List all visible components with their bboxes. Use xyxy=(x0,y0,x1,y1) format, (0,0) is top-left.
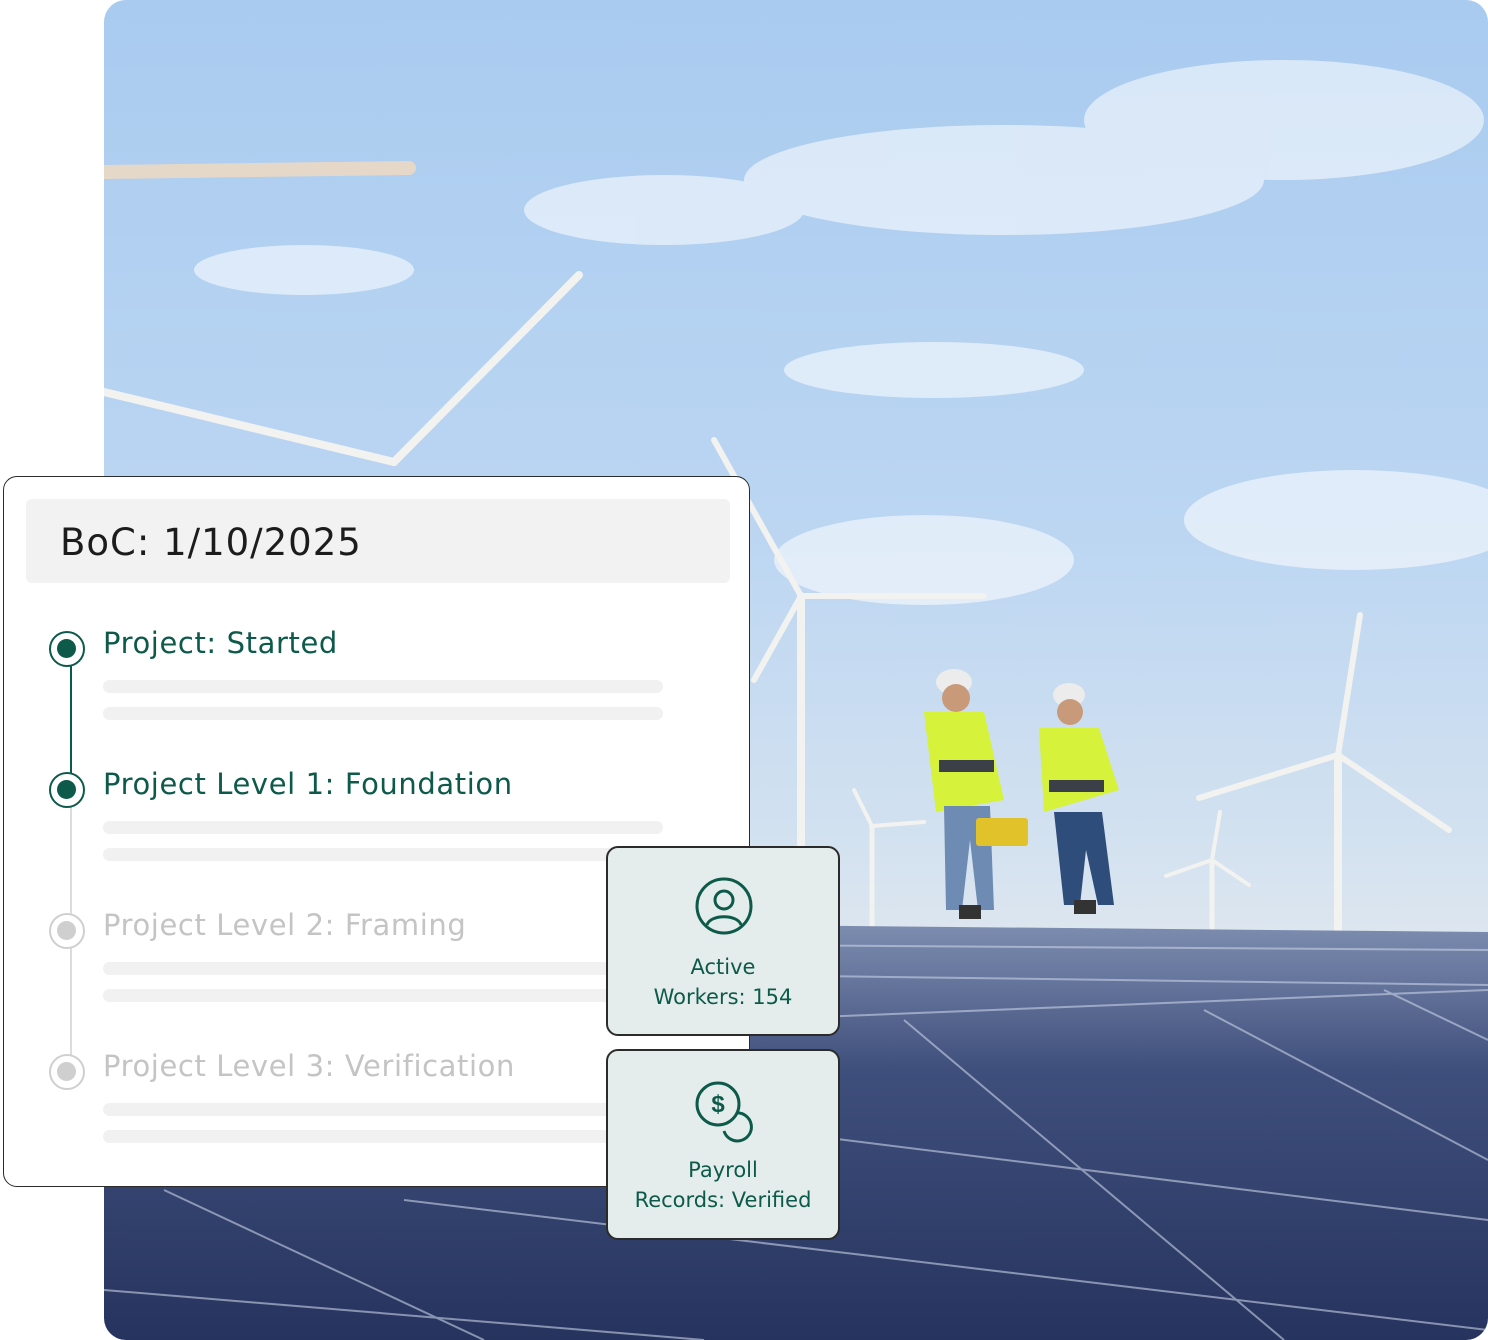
active-workers-count: Workers: 154 xyxy=(653,985,793,1009)
text-placeholder-line xyxy=(103,1103,663,1116)
text-placeholder-line xyxy=(103,848,663,861)
timeline-step-started[interactable]: Project: Started xyxy=(49,626,689,741)
payroll-records-text: Payroll Records: Verified xyxy=(608,1155,838,1215)
timeline-step-verification[interactable]: Project Level 3: Verification xyxy=(49,1049,689,1164)
step-label: Project Level 2: Framing xyxy=(103,908,467,942)
payroll-line1: Payroll xyxy=(688,1158,758,1182)
svg-text:$: $ xyxy=(711,1091,725,1118)
step-pending-icon xyxy=(49,913,85,949)
timeline-step-foundation[interactable]: Project Level 1: Foundation xyxy=(49,767,689,882)
text-placeholder-line xyxy=(103,707,663,720)
step-label: Project: Started xyxy=(103,626,338,660)
user-icon xyxy=(695,877,753,935)
text-placeholder-line xyxy=(103,680,663,693)
text-placeholder-line xyxy=(103,989,663,1002)
text-placeholder-line xyxy=(103,1130,663,1143)
active-workers-tile[interactable]: Active Workers: 154 xyxy=(606,846,840,1036)
step-label: Project Level 1: Foundation xyxy=(103,767,513,801)
active-workers-text: Active Workers: 154 xyxy=(608,952,838,1012)
step-complete-icon xyxy=(49,631,85,667)
payroll-status: Records: Verified xyxy=(634,1188,812,1212)
card-header: BoC: 1/10/2025 xyxy=(26,499,730,583)
step-label: Project Level 3: Verification xyxy=(103,1049,515,1083)
step-complete-icon xyxy=(49,772,85,808)
text-placeholder-line xyxy=(103,821,663,834)
text-placeholder-line xyxy=(103,962,663,975)
boc-date-title: BoC: 1/10/2025 xyxy=(60,521,362,564)
payroll-records-tile[interactable]: $ Payroll Records: Verified xyxy=(606,1049,840,1240)
dollar-coin-icon: $ xyxy=(695,1081,753,1143)
active-workers-line1: Active xyxy=(690,955,756,979)
step-pending-icon xyxy=(49,1054,85,1090)
timeline-step-framing[interactable]: Project Level 2: Framing xyxy=(49,908,689,1023)
